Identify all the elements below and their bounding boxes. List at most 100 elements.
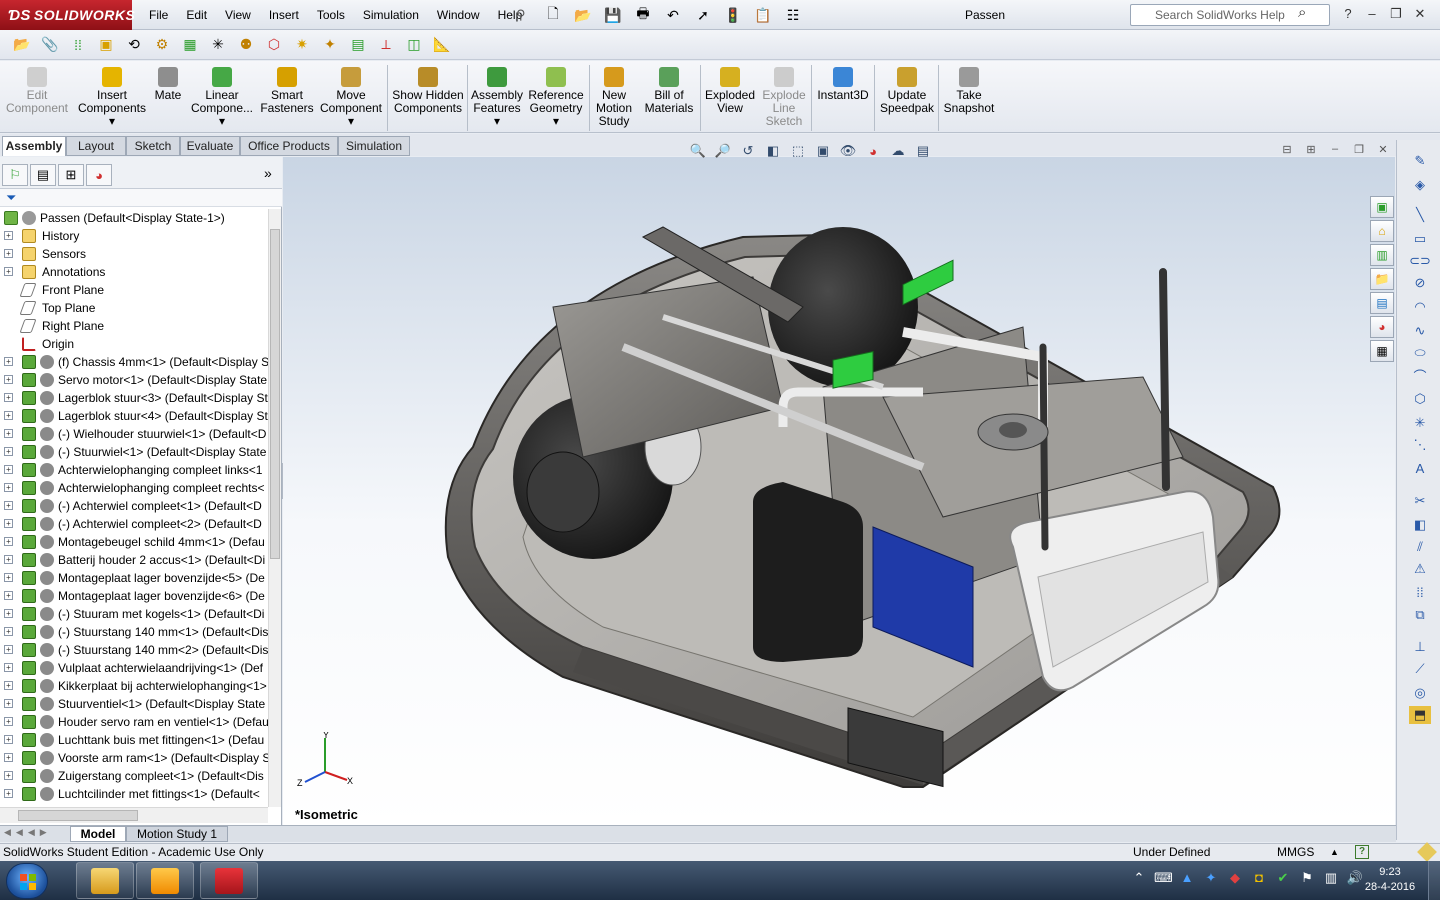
apply-scene-icon[interactable]: ☁ — [888, 141, 908, 161]
tab-model[interactable]: Model — [70, 826, 126, 842]
reference-geometry-icon[interactable]: ✳ — [206, 34, 230, 56]
smart-fasteners-button[interactable]: Smart Fasteners — [258, 65, 316, 131]
feature-tree-tab-icon[interactable]: ⚐ — [2, 164, 28, 186]
relations-icon[interactable]: ⊥ — [1409, 638, 1431, 656]
graphics-area[interactable]: Y X Z *Isometric — [283, 157, 1395, 825]
edit-component-button[interactable]: Edit Component — [4, 65, 70, 131]
ellipse-icon[interactable]: ⬭ — [1409, 344, 1431, 362]
tree-item[interactable]: Front Plane — [0, 281, 268, 299]
tree-item[interactable]: + (-) Stuurstang 140 mm<2> (Default<Dis — [0, 641, 268, 659]
expand-toggle[interactable]: + — [4, 645, 13, 654]
take-snapshot-button[interactable]: Take Snapshot — [940, 65, 998, 131]
expand-toggle[interactable]: + — [4, 429, 13, 438]
security-icon[interactable]: ✔ — [1274, 867, 1292, 889]
tree-item[interactable]: + Kikkerplaat bij achterwielophanging<1> — [0, 677, 268, 695]
taskbar-outlook[interactable] — [136, 862, 194, 899]
expand-toggle[interactable]: + — [4, 555, 13, 564]
offset-icon[interactable]: ⫽ — [1409, 538, 1431, 556]
linear-component-pattern-button[interactable]: Linear Compone... ▾ — [188, 65, 256, 131]
tray-app-4-icon[interactable]: ◘ — [1250, 867, 1268, 889]
file-properties-icon[interactable]: 📋 — [750, 4, 776, 26]
expand-toggle[interactable]: + — [4, 375, 13, 384]
configuration-manager-tab-icon[interactable]: ⊞ — [58, 164, 84, 186]
quick-tips-icon[interactable]: ? — [1355, 845, 1369, 859]
unit-menu-caret-icon[interactable]: ▲ — [1330, 844, 1339, 861]
tree-item[interactable]: + Sensors — [0, 245, 268, 263]
hide-show-icon[interactable]: ⚉ — [234, 34, 258, 56]
tree-item[interactable]: + Lagerblok stuur<4> (Default<Display St — [0, 407, 268, 425]
tree-item[interactable]: Top Plane — [0, 299, 268, 317]
tab-assembly[interactable]: Assembly — [2, 136, 66, 156]
custom-properties-icon[interactable]: ▦ — [1370, 340, 1394, 362]
expand-toggle[interactable]: + — [4, 609, 13, 618]
assembly-feature-icon[interactable]: ▦ — [178, 34, 202, 56]
property-manager-tab-icon[interactable]: ▤ — [30, 164, 56, 186]
scenes-icon[interactable]: ◕ — [1370, 316, 1394, 338]
tree-item[interactable]: + (-) Stuurstang 140 mm<1> (Default<Dis — [0, 623, 268, 641]
tree-item[interactable]: + Zuigerstang compleet<1> (Default<Dis — [0, 767, 268, 785]
pattern-icon[interactable]: ⁞⁞ — [1409, 584, 1431, 602]
search-magnifier-icon[interactable]: ⌕ — [1298, 4, 1306, 21]
expand-toggle[interactable]: + — [4, 753, 13, 762]
unit-system[interactable]: MMGS — [1277, 844, 1314, 861]
link-views-icon[interactable]: ⊞ — [1302, 143, 1320, 157]
select-pointer-icon[interactable]: ➚ — [690, 4, 716, 26]
view-palette-icon[interactable]: 📁 — [1370, 268, 1394, 290]
linear-pattern-icon[interactable]: ⁞⁞ — [66, 34, 90, 56]
assembly-3d-model[interactable] — [283, 157, 1395, 825]
design-library-icon[interactable]: ⌂ — [1370, 220, 1394, 242]
display-style-icon[interactable]: ▣ — [813, 141, 833, 161]
expand-toggle[interactable]: + — [4, 537, 13, 546]
section-view-icon[interactable]: ◧ — [763, 141, 783, 161]
tree-item[interactable]: + (-) Stuurwiel<1> (Default<Display State — [0, 443, 268, 461]
tree-item[interactable]: + Achterwielophanging compleet rechts< — [0, 479, 268, 497]
polygon-icon[interactable]: ⬡ — [1409, 390, 1431, 408]
expand-toggle[interactable]: + — [4, 231, 13, 240]
expand-toggle[interactable]: + — [4, 771, 13, 780]
pin-menu-icon[interactable]: ⚲ — [516, 7, 526, 23]
doc-restore-icon[interactable]: ❐ — [1350, 143, 1368, 157]
expand-toggle[interactable]: + — [4, 501, 13, 510]
open-icon[interactable]: 📂 — [10, 34, 34, 56]
rebuild-icon[interactable]: 🚦 — [720, 4, 746, 26]
new-motion-study-button[interactable]: New Motion Study — [592, 65, 636, 131]
tree-item[interactable]: + Voorste arm ram<1> (Default<Display S — [0, 749, 268, 767]
tree-item[interactable]: + Luchtcilinder met fittings<1> (Default< — [0, 785, 268, 803]
expand-toggle[interactable]: + — [4, 393, 13, 402]
tree-item[interactable]: + (-) Achterwiel compleet<1> (Default<D — [0, 497, 268, 515]
tree-item[interactable]: + Vulplaat achterwielaandrijving<1> (Def — [0, 659, 268, 677]
help-icon[interactable]: ? — [1336, 2, 1360, 26]
line-icon[interactable]: ╲ — [1409, 206, 1431, 224]
tree-item[interactable]: + Batterij houder 2 accus<1> (Default<Di — [0, 551, 268, 569]
print-icon[interactable]: 🖶 — [630, 4, 656, 26]
tree-item[interactable]: + (-) Stuuram met kogels<1> (Default<Di — [0, 605, 268, 623]
measure-icon[interactable]: 📐 — [430, 34, 454, 56]
circle-icon[interactable]: ⊘ — [1409, 274, 1431, 292]
update-speedpak-button[interactable]: Update Speedpak — [878, 65, 936, 131]
mirror-icon[interactable]: ⚠ — [1409, 560, 1431, 578]
network-icon[interactable]: ▥ — [1322, 867, 1340, 889]
expand-toggle[interactable]: + — [4, 465, 13, 474]
menu-window[interactable]: Window — [428, 0, 489, 30]
collision-icon[interactable]: ✦ — [318, 34, 342, 56]
flag-icon[interactable]: ⚑ — [1298, 867, 1316, 889]
reference-geometry-button[interactable]: Reference Geometry ▾ — [526, 65, 586, 131]
close-icon[interactable]: ✕ — [1408, 2, 1432, 26]
tree-item[interactable]: + (-) Wielhouder stuurwiel<1> (Default<D — [0, 425, 268, 443]
options-icon[interactable]: ☷ — [780, 4, 806, 26]
expand-toggle[interactable]: + — [4, 483, 13, 492]
expand-toggle[interactable]: + — [4, 447, 13, 456]
edit-appearance-icon[interactable]: ◕ — [863, 141, 883, 161]
tab-motion-study-1[interactable]: Motion Study 1 — [126, 826, 228, 842]
trim-icon[interactable]: ✂ — [1409, 492, 1431, 510]
spline-icon[interactable]: ∿ — [1409, 322, 1431, 340]
tree-item[interactable]: + Houder servo ram en ventiel<1> (Defau — [0, 713, 268, 731]
move-component-icon[interactable]: ⟲ — [122, 34, 146, 56]
save-icon[interactable]: 💾 — [600, 4, 626, 26]
tree-item[interactable]: + Annotations — [0, 263, 268, 281]
expand-toggle[interactable]: + — [4, 357, 13, 366]
fillet-icon[interactable]: ⌒ — [1409, 368, 1431, 386]
centerline-icon[interactable]: ⋱ — [1409, 436, 1431, 454]
tab-scroll-arrows[interactable]: ◀◀◀▶ — [4, 827, 52, 838]
new-document-icon[interactable]: 🗋 — [540, 4, 566, 26]
